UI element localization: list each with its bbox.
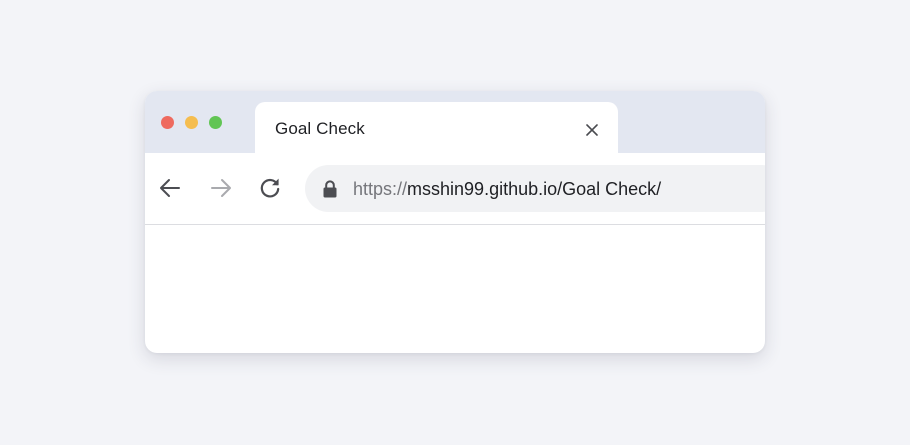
address-bar[interactable]: https://msshin99.github.io/Goal Check/: [305, 165, 765, 212]
window-zoom-button[interactable]: [209, 116, 222, 129]
browser-toolbar: https://msshin99.github.io/Goal Check/: [145, 153, 765, 225]
arrow-right-icon: [211, 179, 231, 197]
arrow-left-icon: [160, 179, 180, 197]
reload-button[interactable]: [256, 174, 284, 202]
close-icon[interactable]: [579, 117, 605, 143]
url-host-path: msshin99.github.io/Goal Check/: [407, 179, 662, 199]
url-scheme: https://: [353, 179, 408, 199]
window-minimize-button[interactable]: [185, 116, 198, 129]
tab-title: Goal Check: [275, 119, 365, 138]
browser-tab[interactable]: Goal Check: [255, 102, 618, 154]
lock-icon: [323, 180, 337, 198]
reload-icon: [260, 178, 280, 198]
title-bar: Goal Check: [145, 91, 765, 154]
url-text[interactable]: https://msshin99.github.io/Goal Check/: [353, 179, 661, 200]
browser-window: Goal Check https://msshin99.github.io/Go…: [145, 91, 765, 353]
window-close-button[interactable]: [161, 116, 174, 129]
forward-button[interactable]: [207, 174, 235, 202]
back-button[interactable]: [156, 174, 184, 202]
